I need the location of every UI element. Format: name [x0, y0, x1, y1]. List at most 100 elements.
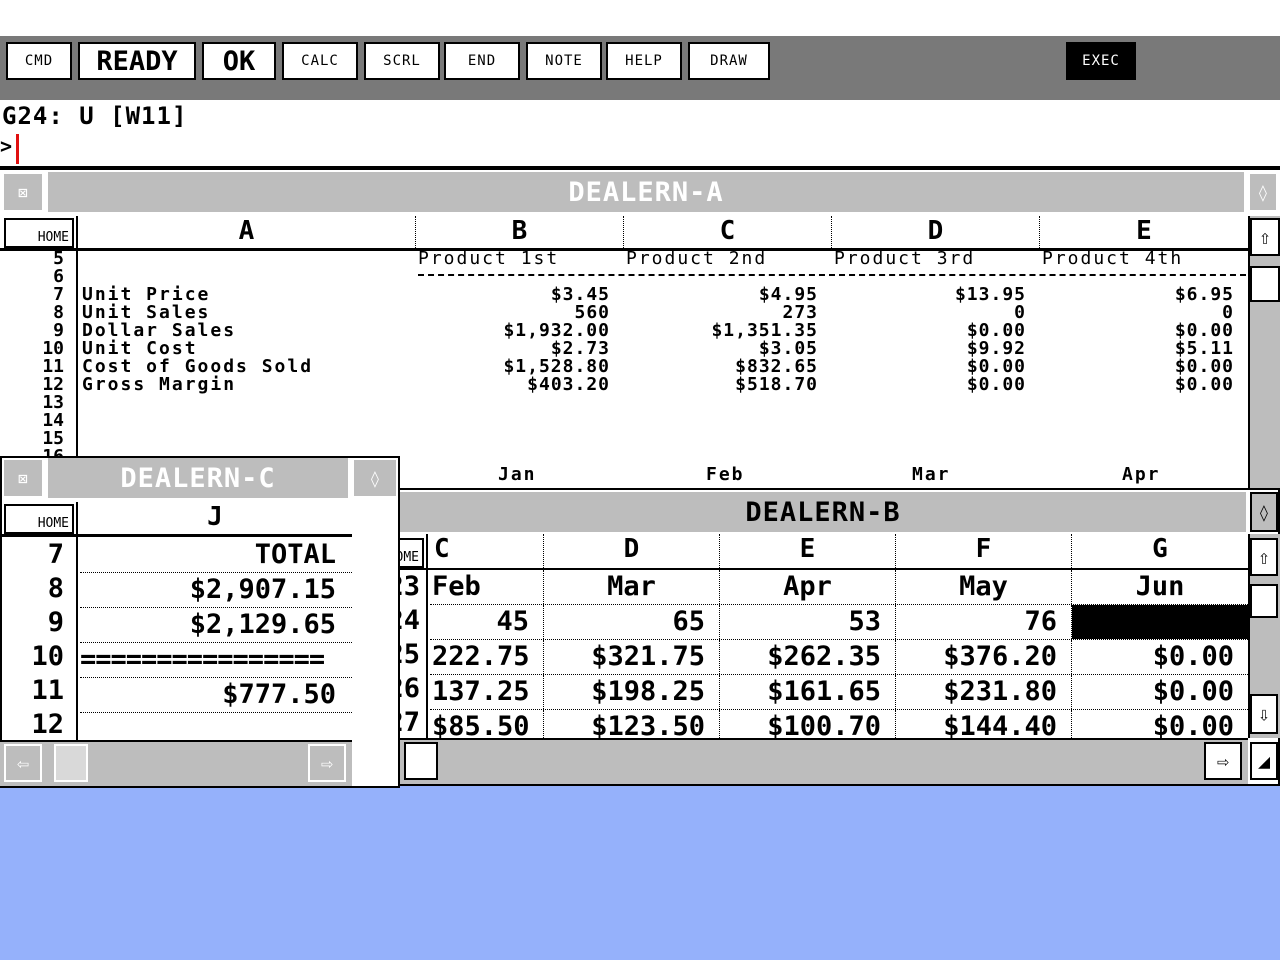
text-cursor[interactable] — [16, 134, 19, 164]
cell-reference: G24: U [W11] — [2, 102, 188, 130]
month-label[interactable]: Feb — [706, 466, 745, 484]
zoom-box-icon[interactable]: ◊ — [1250, 492, 1278, 532]
cell[interactable]: $2,129.65 — [80, 608, 352, 643]
scrl-button[interactable]: SCRL — [364, 42, 440, 80]
horizontal-scrollbar[interactable] — [354, 738, 1248, 784]
column-header-a[interactable]: A — [76, 216, 416, 248]
scroll-thumb[interactable] — [404, 742, 438, 780]
zoom-box-icon[interactable]: ◊ — [352, 458, 398, 498]
month-label[interactable]: Apr — [1122, 466, 1161, 484]
resize-box-icon[interactable]: ◢ — [1250, 742, 1278, 780]
cell[interactable]: $321.75 — [544, 640, 720, 674]
row-number[interactable]: 10 — [0, 640, 72, 674]
scroll-right-icon[interactable]: ⇨ — [308, 744, 346, 782]
product-header[interactable]: Product 3rd — [834, 250, 1034, 268]
scroll-thumb[interactable] — [1250, 584, 1278, 618]
close-box-icon[interactable]: ⊠ — [2, 172, 44, 212]
cell[interactable]: Mar — [544, 570, 720, 604]
row-header-divider — [76, 536, 78, 740]
scroll-down-icon[interactable]: ⇩ — [1250, 694, 1278, 734]
cell[interactable]: $0.00 — [1040, 376, 1234, 394]
column-header-c[interactable]: C — [430, 534, 544, 568]
cell[interactable]: 222.75 — [430, 640, 544, 674]
ok-button[interactable]: OK — [202, 42, 276, 80]
column-b-values: $3.45 560 $1,932.00 $2.73 $1,528.80 $403… — [416, 286, 610, 394]
cell[interactable]: 65 — [544, 605, 720, 639]
cell[interactable]: $0.00 — [1072, 675, 1248, 709]
cell[interactable]: $262.35 — [720, 640, 896, 674]
column-header-d[interactable]: D — [544, 534, 720, 568]
column-header-f[interactable]: F — [896, 534, 1072, 568]
window-dealern-a: ⊠ DEALERN-A ◊ HOME A B C D E 5 6 7 8 9 1… — [0, 170, 1280, 490]
cell[interactable]: 137.25 — [430, 675, 544, 709]
cell[interactable]: $198.25 — [544, 675, 720, 709]
cell[interactable]: $231.80 — [896, 675, 1072, 709]
column-header-e[interactable]: E — [1040, 216, 1248, 248]
close-box-icon[interactable]: ⊠ — [2, 458, 44, 498]
zoom-box-icon[interactable]: ◊ — [1248, 172, 1278, 212]
product-header[interactable]: Product 1st — [418, 250, 618, 268]
month-label[interactable]: Jan — [498, 466, 537, 484]
scroll-right-icon[interactable]: ⇨ — [1204, 742, 1242, 780]
note-button[interactable]: NOTE — [526, 42, 602, 80]
home-button[interactable]: HOME — [4, 504, 74, 534]
cell[interactable]: TOTAL — [80, 538, 352, 573]
column-header-c[interactable]: C — [624, 216, 832, 248]
cell[interactable]: Apr — [720, 570, 896, 604]
window-a-title[interactable]: DEALERN-A — [48, 172, 1244, 212]
column-d-values: $13.95 0 $0.00 $9.92 $0.00 $0.00 — [832, 286, 1026, 394]
column-header-d[interactable]: D — [832, 216, 1040, 248]
cell[interactable]: $376.20 — [896, 640, 1072, 674]
cell[interactable]: Feb — [430, 570, 544, 604]
window-b-title[interactable]: DEALERN-B — [400, 492, 1246, 532]
draw-button[interactable]: DRAW — [688, 42, 770, 80]
scroll-up-icon[interactable]: ⇧ — [1250, 218, 1280, 256]
scroll-thumb[interactable] — [1250, 266, 1280, 302]
product-header[interactable]: Product 4th — [1042, 250, 1242, 268]
calc-button[interactable]: CALC — [282, 42, 358, 80]
month-label[interactable]: Mar — [912, 466, 951, 484]
cell[interactable]: $518.70 — [624, 376, 818, 394]
home-button[interactable]: HOME — [4, 218, 74, 248]
column-header-j[interactable]: J — [76, 502, 352, 534]
cell[interactable]: $403.20 — [416, 376, 610, 394]
cell[interactable]: $6.95 — [1040, 286, 1234, 304]
cell[interactable]: ================ — [80, 643, 352, 678]
cmd-button[interactable]: CMD — [6, 42, 72, 80]
window-dealern-c: ⊠ DEALERN-C ◊ HOME J 7 8 9 10 11 12 TOTA… — [0, 456, 400, 788]
data-grid: Feb Mar Apr May Jun 45 65 53 76 222.75 $… — [430, 570, 1248, 744]
row-number[interactable]: 8 — [0, 572, 72, 606]
column-header-e[interactable]: E — [720, 534, 896, 568]
cell[interactable]: $2,907.15 — [80, 573, 352, 608]
cell[interactable]: May — [896, 570, 1072, 604]
cell[interactable]: 76 — [896, 605, 1072, 639]
scroll-left-icon[interactable]: ⇦ — [4, 744, 42, 782]
cell[interactable]: $13.95 — [832, 286, 1026, 304]
row-number[interactable]: 7 — [0, 538, 72, 572]
vertical-scrollbar[interactable] — [1248, 216, 1280, 490]
ready-button[interactable]: READY — [78, 42, 196, 80]
column-header-g[interactable]: G — [1072, 534, 1248, 568]
cell[interactable]: 45 — [430, 605, 544, 639]
scroll-thumb[interactable] — [54, 744, 88, 782]
product-header[interactable]: Product 2nd — [626, 250, 826, 268]
cell[interactable]: 53 — [720, 605, 896, 639]
row-number[interactable]: 12 — [0, 708, 72, 742]
selected-cell[interactable] — [1072, 605, 1248, 639]
cell[interactable]: $777.50 — [80, 678, 352, 713]
exec-button[interactable]: EXEC — [1066, 42, 1136, 80]
help-button[interactable]: HELP — [606, 42, 682, 80]
cell[interactable]: $0.00 — [832, 376, 1026, 394]
scroll-up-icon[interactable]: ⇧ — [1250, 538, 1278, 576]
row-number[interactable]: 11 — [0, 674, 72, 708]
column-header-b[interactable]: B — [416, 216, 624, 248]
row-number[interactable]: 9 — [0, 606, 72, 640]
row-header-divider — [76, 250, 78, 490]
cell[interactable]: $0.00 — [1072, 640, 1248, 674]
cell[interactable]: $161.65 — [720, 675, 896, 709]
row-label[interactable]: Gross Margin — [82, 376, 412, 394]
horizontal-scrollbar[interactable] — [0, 740, 352, 786]
cell[interactable]: Jun — [1072, 570, 1248, 604]
end-button[interactable]: END — [444, 42, 520, 80]
window-c-title[interactable]: DEALERN-C — [48, 458, 348, 498]
